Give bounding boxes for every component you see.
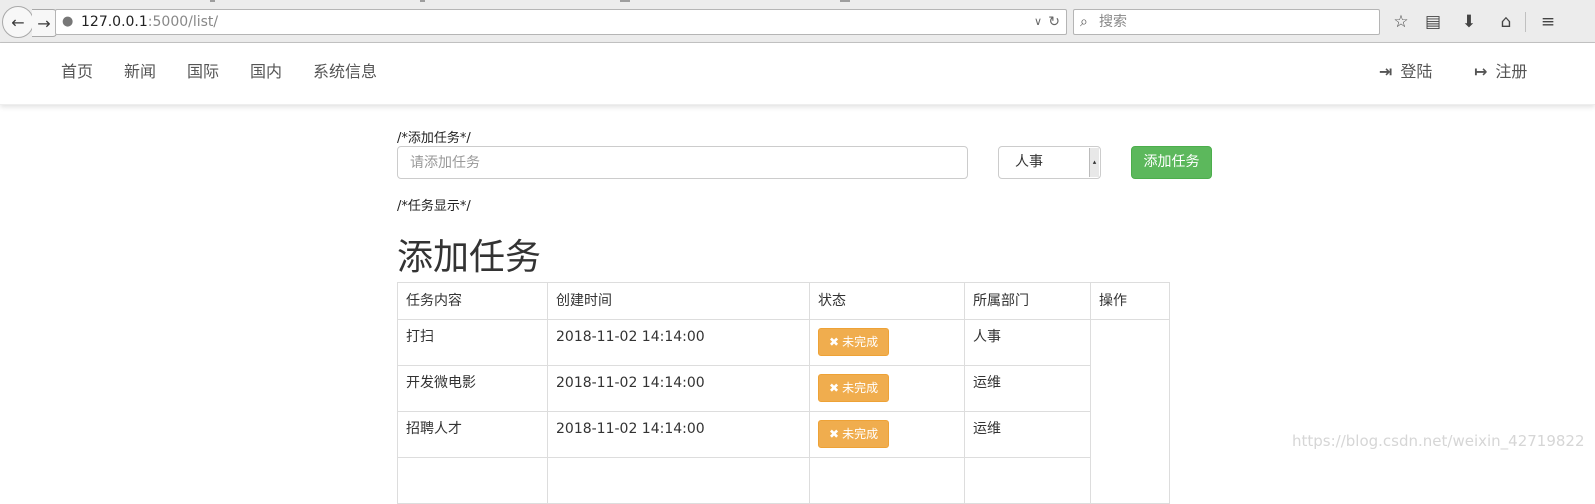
globe-icon: ●	[62, 14, 74, 29]
task-status-cell	[809, 457, 965, 504]
task-created-time: 2018-11-02 14:14:00	[547, 411, 810, 458]
status-button[interactable]: ✖ 未完成	[818, 374, 890, 402]
tab-edge	[620, 0, 630, 2]
nav-item-international[interactable]: 国际	[187, 43, 219, 104]
search-placeholder: 搜索	[1099, 14, 1127, 30]
add-task-comment: /*添加任务*/	[397, 131, 471, 146]
task-department	[964, 457, 1091, 504]
task-department: 人事	[964, 319, 1091, 366]
address-bar[interactable]: ● 127.0.0.1:5000/list/ ∨ ↻	[55, 9, 1067, 35]
nav-item-domestic[interactable]: 国内	[250, 43, 282, 104]
back-button[interactable]: ←	[2, 6, 34, 38]
close-icon: ✖	[829, 381, 840, 395]
task-department: 运维	[964, 365, 1091, 412]
task-created-time	[547, 457, 810, 504]
table-row: 打扫 2018-11-02 14:14:00 ✖ 未完成 人事	[397, 319, 1170, 504]
task-input[interactable]	[397, 146, 968, 179]
menu-icon[interactable]: ≡	[1535, 9, 1561, 35]
reload-icon[interactable]: ↻	[1048, 10, 1060, 34]
nav-item-system-info[interactable]: 系统信息	[313, 43, 377, 104]
login-icon: ⇥	[1379, 62, 1393, 81]
column-header: 所属部门	[964, 282, 1091, 320]
table-row: 开发微电影 2018-11-02 14:14:00 ✖ 未完成 运维	[397, 365, 1170, 412]
site-navbar: 首页 新闻 国际 国内 系统信息 ⇥ 登陆 ↦ 注册	[0, 43, 1595, 105]
column-header: 状态	[809, 282, 965, 320]
table-row	[397, 457, 1170, 504]
task-table: 任务内容 创建时间 状态 所属部门 操作 打扫 2018-11-02 14:14…	[397, 282, 1170, 504]
bookmark-star-icon[interactable]: ☆	[1388, 9, 1414, 35]
task-status-cell: ✖ 未完成	[809, 365, 965, 412]
url-text: 127.0.0.1:5000/list/	[81, 10, 218, 34]
column-header: 任务内容	[397, 282, 548, 320]
nav-item-news[interactable]: 新闻	[124, 43, 156, 104]
status-button[interactable]: ✖ 未完成	[818, 420, 890, 448]
logout-icon: ↦	[1474, 62, 1488, 81]
register-link[interactable]: ↦ 注册	[1474, 43, 1527, 104]
task-content: 打扫	[397, 319, 548, 366]
table-header-row: 任务内容 创建时间 状态 所属部门 操作	[397, 282, 1170, 320]
status-button[interactable]: ✖ 未完成	[818, 328, 890, 356]
task-content	[397, 457, 548, 504]
chevron-down-icon[interactable]: ∨	[1034, 10, 1042, 34]
login-link[interactable]: ⇥ 登陆	[1379, 43, 1432, 104]
arrow-right-icon: →	[37, 13, 51, 33]
home-icon[interactable]: ⌂	[1493, 9, 1519, 35]
task-status-cell: ✖ 未完成	[809, 319, 965, 366]
department-selected-value: 人事	[1015, 154, 1043, 170]
task-created-time: 2018-11-02 14:14:00	[547, 319, 810, 366]
toolbar-divider	[1525, 12, 1526, 32]
register-label: 注册	[1495, 62, 1528, 81]
url-host: 127.0.0.1	[81, 14, 148, 30]
task-content: 开发微电影	[397, 365, 548, 412]
task-department: 运维	[964, 411, 1091, 458]
status-label: 未完成	[842, 427, 879, 441]
select-arrow-icon: ▴	[1089, 148, 1099, 177]
tab-edge	[420, 0, 425, 2]
table-row: 招聘人才 2018-11-02 14:14:00 ✖ 未完成 运维	[397, 411, 1170, 458]
reading-list-icon[interactable]: ▤	[1420, 9, 1446, 35]
task-status-cell: ✖ 未完成	[809, 411, 965, 458]
status-label: 未完成	[842, 381, 879, 395]
department-select[interactable]: 人事 ▴	[998, 146, 1101, 179]
column-header: 操作	[1090, 282, 1170, 320]
add-task-button[interactable]: 添加任务	[1131, 146, 1212, 179]
arrow-left-icon: ←	[11, 12, 25, 32]
forward-button[interactable]: →	[32, 9, 57, 37]
task-content: 招聘人才	[397, 411, 548, 458]
tab-edge	[840, 0, 850, 2]
task-created-time: 2018-11-02 14:14:00	[547, 365, 810, 412]
download-icon[interactable]: ⬇	[1456, 9, 1482, 35]
login-label: 登陆	[1400, 62, 1433, 81]
watermark: https://blog.csdn.net/weixin_42719822	[1292, 432, 1585, 450]
url-path: :5000/list/	[147, 14, 219, 30]
task-list-comment: /*任务显示*/	[397, 199, 471, 214]
page-title: 添加任务	[397, 237, 542, 278]
tab-edge	[210, 0, 215, 2]
close-icon: ✖	[829, 427, 840, 441]
close-icon: ✖	[829, 335, 840, 349]
column-header: 创建时间	[547, 282, 810, 320]
nav-item-home[interactable]: 首页	[61, 43, 93, 104]
task-actions	[1090, 319, 1170, 504]
browser-toolbar: ← → ● 127.0.0.1:5000/list/ ∨ ↻ ⌕ 搜索 ☆ ▤ …	[0, 0, 1595, 43]
status-label: 未完成	[842, 335, 879, 349]
search-bar[interactable]: ⌕ 搜索	[1073, 9, 1380, 35]
search-icon: ⌕	[1080, 14, 1088, 30]
